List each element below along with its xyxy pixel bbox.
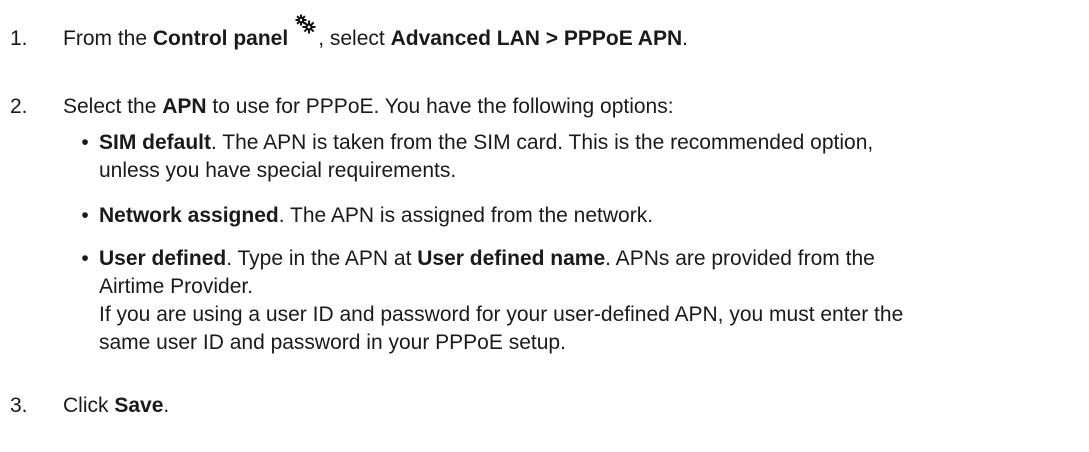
step-text: From the Control panel, select Advanced … xyxy=(63,14,688,53)
option-user-defined: • User defined. Type in the APN at User … xyxy=(75,245,1075,357)
user-defined-name-label: User defined name xyxy=(417,247,606,270)
step-text: Click Save. xyxy=(63,394,170,417)
gears-icon xyxy=(294,14,316,42)
instruction-document: 1. From the Control panel, select Advanc… xyxy=(0,0,1089,452)
option-name: SIM default xyxy=(99,131,212,154)
control-panel-label: Control panel xyxy=(152,27,289,50)
option-name: User defined xyxy=(99,247,227,270)
option-sim-default: • SIM default. The APN is taken from the… xyxy=(75,129,1075,185)
step-number: 3. xyxy=(10,394,28,417)
step-text: Select the APN to use for PPPoE. You hav… xyxy=(63,95,674,118)
bullet-icon: • xyxy=(81,131,89,154)
menu-path: Advanced LAN > PPPoE APN xyxy=(390,27,683,50)
step-number: 1. xyxy=(10,27,28,50)
bullet-icon: • xyxy=(81,247,89,270)
save-label: Save xyxy=(114,394,164,417)
option-network-assigned: • Network assigned. The APN is assigned … xyxy=(75,202,1075,230)
step-number: 2. xyxy=(10,95,28,118)
option-name: Network assigned xyxy=(99,204,279,227)
bullet-icon: • xyxy=(81,204,89,227)
apn-label: APN xyxy=(162,95,207,118)
